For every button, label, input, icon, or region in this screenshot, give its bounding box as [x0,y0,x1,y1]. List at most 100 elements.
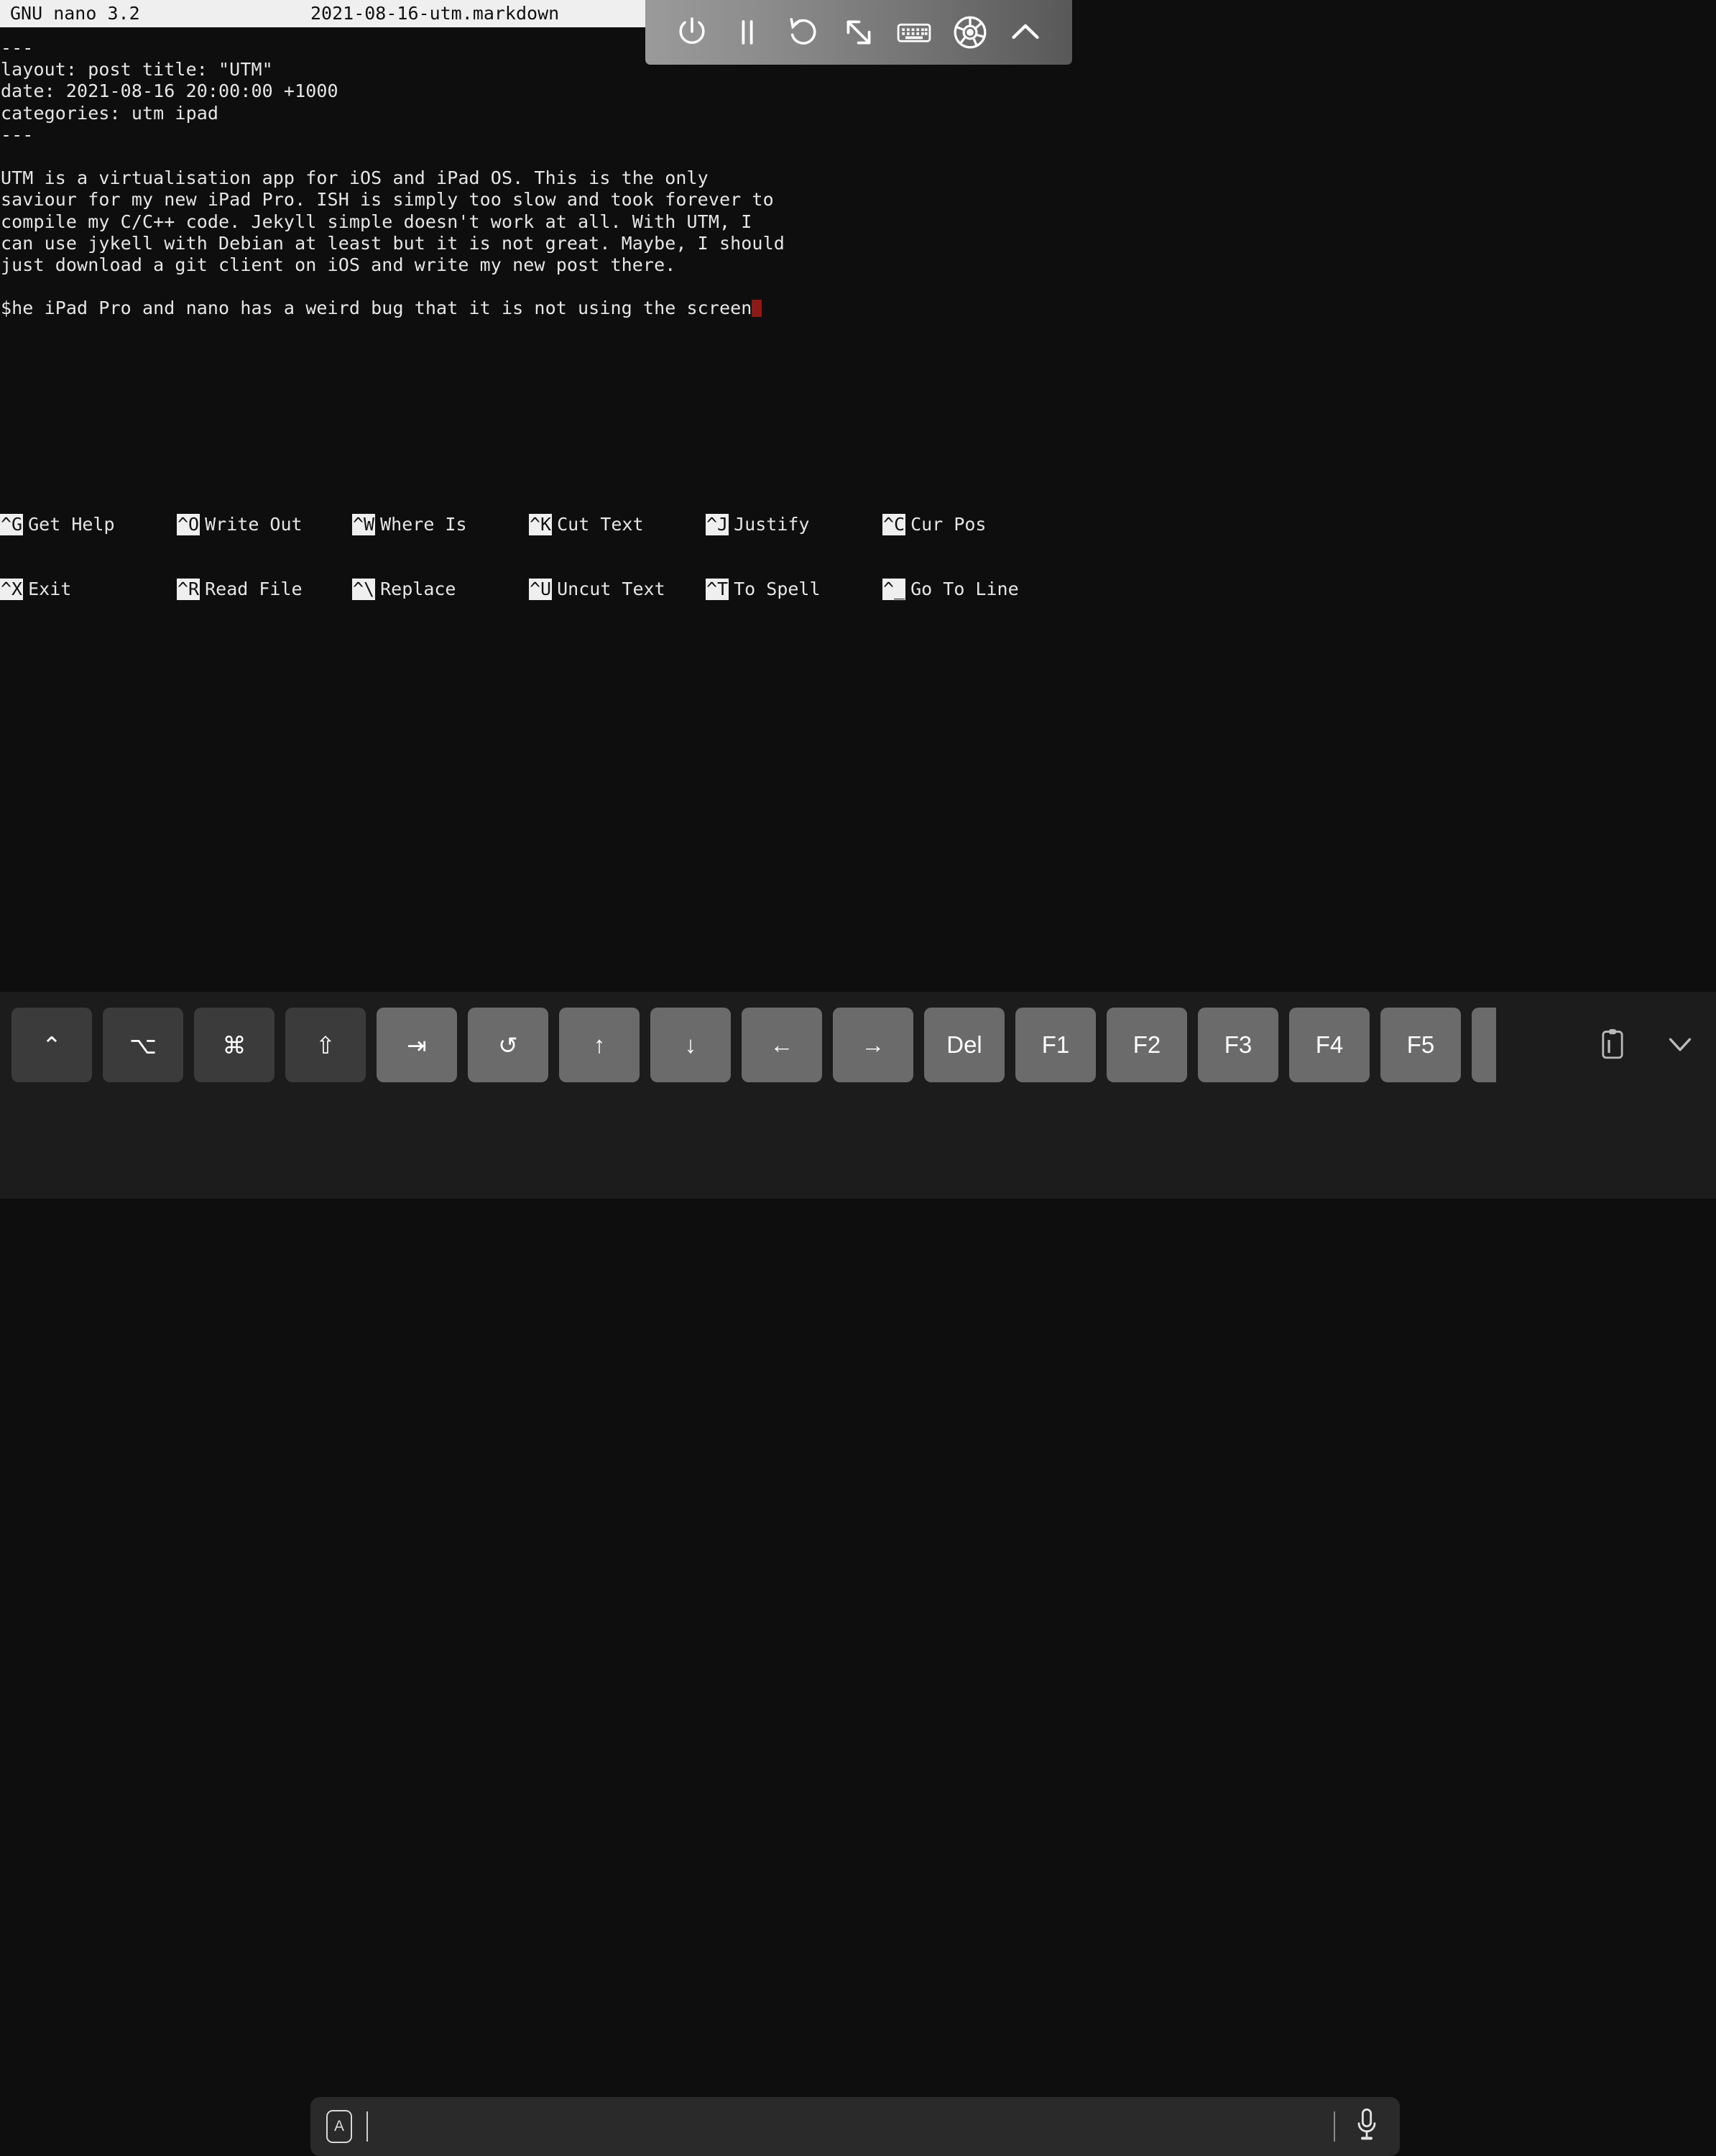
editor-line: categories: utm ipad [1,102,219,124]
arrow-down-key[interactable]: ↓ [650,1008,731,1082]
f4-key[interactable]: F4 [1289,1008,1370,1082]
editor-line: --- [1,124,34,145]
shortcut-label: Read File [205,579,303,599]
shortcut-item[interactable]: ^K Cut Text [529,514,644,535]
text-input-field[interactable] [368,2097,1334,2156]
shortcut-item[interactable]: ^X Exit [0,579,71,600]
arrow-right-key[interactable]: → [833,1008,913,1082]
resize-icon [841,14,877,50]
editor-line: UTM is a virtualisation app for iOS and … [1,167,709,189]
keyboard-right-actions [1577,1008,1700,1082]
chevron-down-icon [1664,1027,1697,1063]
resize-button[interactable] [836,10,881,55]
shortcut-label: Get Help [28,514,115,535]
control-key[interactable]: ⌃ [11,1008,92,1082]
shortcut-key: ^_ [882,579,906,600]
disc-icon [951,14,989,51]
shortcut-label: Cut Text [557,514,644,535]
shortcut-row-2: ^X Exit ^R Read File ^\ Replace ^U Uncut Text ^T… [0,579,1716,600]
arrow-left-key[interactable]: ← [742,1008,822,1082]
shortcut-key: ^\ [352,579,376,600]
dictation-button[interactable] [1352,2107,1381,2146]
power-icon [674,14,710,50]
f3-key[interactable]: F3 [1198,1008,1278,1082]
f5-key[interactable]: F5 [1380,1008,1461,1082]
nano-shortcut-bar: ^G Get Help ^O Write Out ^W Where Is ^K Cut Tex… [0,471,1716,643]
text-cursor [752,300,762,318]
nano-text-area[interactable]: --- layout: post title: "UTM" date: 2021-0… [0,37,1716,319]
shortcut-key: ^R [177,579,200,600]
chevron-up-icon [1007,14,1044,51]
shortcut-item[interactable]: ^C Cur Pos [882,514,986,535]
shortcut-item[interactable]: ^\ Replace [352,579,456,600]
keyboard-accessory-bar: ⌃ ⌥ ⌘ ⇧ ⇥ ↺ ↑ ↓ ← → Del F1 F2 F3 F4 F5 A [0,992,1716,2156]
shortcut-key: ^X [0,579,24,600]
shortcut-item[interactable]: ^J Justify [706,514,809,535]
terminal-screen[interactable]: GNU nano 3.2 2021-08-16-utm.markdown ---… [0,0,1716,992]
delete-key[interactable]: Del [924,1008,1005,1082]
shortcut-label: Justify [734,514,810,535]
nano-filename-label: 2021-08-16-utm.markdown [310,3,560,24]
shortcut-label: Exit [28,579,72,599]
shortcut-label: Uncut Text [557,579,665,599]
shortcut-item[interactable]: ^W Where Is [352,514,467,535]
shortcut-item[interactable]: ^_ Go To Line [882,579,1019,600]
nano-title-bar: GNU nano 3.2 2021-08-16-utm.markdown [0,0,645,27]
format-label: A [333,2118,344,2134]
shortcut-label: Write Out [205,514,303,535]
shortcut-item[interactable]: ^G Get Help [0,514,115,535]
keyboard-key-row[interactable]: ⌃ ⌥ ⌘ ⇧ ⇥ ↺ ↑ ↓ ← → Del F1 F2 F3 F4 F5 [0,1008,1716,1082]
pause-icon [730,15,765,50]
shortcut-row-1: ^G Get Help ^O Write Out ^W Where Is ^K Cut Tex… [0,514,1716,535]
editor-line: date: 2021-08-16 20:00:00 +1000 [1,80,338,102]
arrow-up-key[interactable]: ↑ [559,1008,640,1082]
editor-line: can use jykell with Debian at least but … [1,232,785,254]
keyboard-button[interactable] [892,10,936,55]
restart-button[interactable] [781,10,826,55]
shortcut-item[interactable]: ^U Uncut Text [529,579,665,600]
shortcut-label: Where Is [380,514,467,535]
command-key[interactable]: ⌘ [194,1008,275,1082]
f1-key[interactable]: F1 [1015,1008,1096,1082]
shortcut-key: ^C [882,514,906,535]
paste-button[interactable] [1592,1025,1633,1065]
shortcut-label: Replace [380,579,456,599]
editor-line: saviour for my new iPad Pro. ISH is simp… [1,189,774,211]
shortcut-item[interactable]: ^R Read File [177,579,303,600]
shortcut-label: Go To Line [910,579,1019,599]
power-button[interactable] [670,10,714,55]
microphone-icon [1355,2107,1379,2146]
f2-key[interactable]: F2 [1107,1008,1187,1082]
shortcut-key: ^K [529,514,553,535]
shift-key[interactable]: ⇧ [285,1008,366,1082]
editor-line: compile my C/C++ code. Jekyll simple doe… [1,211,752,232]
paste-icon [1598,1027,1627,1063]
vm-toolbar [645,0,1072,65]
pause-button[interactable] [725,10,770,55]
shortcut-label: Cur Pos [910,514,987,535]
option-key[interactable]: ⌥ [103,1008,183,1082]
editor-line: just download a git client on iOS and wr… [1,254,676,275]
dismiss-keyboard-button[interactable] [1660,1025,1700,1065]
editor-line: $he iPad Pro and nano has a weird bug th… [0,298,1716,319]
shortcut-key: ^U [529,579,553,600]
shortcut-key: ^G [0,514,24,535]
shortcut-key: ^J [706,514,729,535]
f6-key-clipped[interactable] [1472,1008,1496,1082]
format-button[interactable]: A [326,2110,352,2143]
escape-key[interactable]: ↺ [468,1008,548,1082]
hide-toolbar-button[interactable] [1003,10,1048,55]
disc-button[interactable] [948,10,992,55]
shortcut-item[interactable]: ^O Write Out [177,514,303,535]
shortcut-item[interactable]: ^T To Spell [706,579,821,600]
input-divider [1334,2111,1335,2142]
restart-icon [785,14,821,50]
shortcut-key: ^T [706,579,729,600]
shortcut-key: ^W [352,514,376,535]
tab-key[interactable]: ⇥ [377,1008,457,1082]
text-input-bar[interactable]: A [310,2097,1400,2156]
shortcut-label: To Spell [734,579,821,599]
nano-version-label: GNU nano 3.2 [10,3,140,24]
